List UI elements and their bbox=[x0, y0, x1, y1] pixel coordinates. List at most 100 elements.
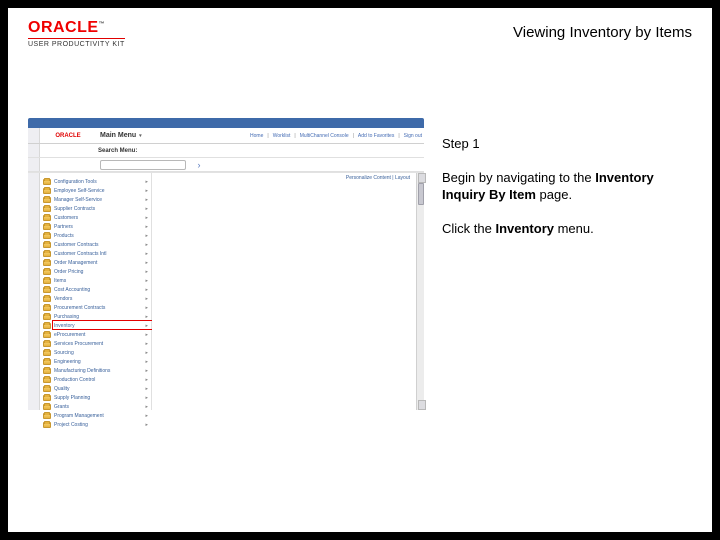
menu-item[interactable]: Partners▸ bbox=[40, 222, 151, 231]
menu-item[interactable]: Vendors▸ bbox=[40, 294, 151, 303]
action-target: Inventory bbox=[495, 221, 554, 236]
folder-icon bbox=[43, 386, 51, 392]
submenu-caret-icon: ▸ bbox=[144, 278, 148, 284]
action-prefix: Click the bbox=[442, 221, 495, 236]
folder-icon bbox=[43, 251, 51, 257]
menu-item[interactable]: Employee Self-Service▸ bbox=[40, 186, 151, 195]
folder-icon bbox=[43, 377, 51, 383]
window-titlebar bbox=[28, 118, 424, 128]
menu-item-label: Order Management bbox=[54, 260, 144, 266]
menu-item[interactable]: Items▸ bbox=[40, 276, 151, 285]
menu-item[interactable]: Products▸ bbox=[40, 231, 151, 240]
submenu-caret-icon: ▸ bbox=[144, 179, 148, 185]
top-links: Home| Worklist| MultiChannel Console| Ad… bbox=[250, 128, 422, 143]
menu-item[interactable]: Quality▸ bbox=[40, 384, 151, 393]
main-menu-label: Main Menu bbox=[100, 132, 136, 139]
scroll-thumb[interactable] bbox=[418, 183, 424, 205]
folder-icon bbox=[43, 206, 51, 212]
menu-item[interactable]: Program Management▸ bbox=[40, 411, 151, 420]
browser-sidebar-ext2 bbox=[28, 158, 40, 171]
submenu-caret-icon: ▸ bbox=[144, 341, 148, 347]
menu-item[interactable]: Customers▸ bbox=[40, 213, 151, 222]
menu-item-label: Procurement Contracts bbox=[54, 305, 144, 311]
folder-icon bbox=[43, 179, 51, 185]
menu-item-label: Grants bbox=[54, 404, 144, 410]
folder-icon bbox=[43, 350, 51, 356]
submenu-caret-icon: ▸ bbox=[144, 269, 148, 275]
submenu-caret-icon: ▸ bbox=[144, 314, 148, 320]
vertical-scrollbar[interactable] bbox=[416, 173, 424, 410]
menu-item[interactable]: Configuration Tools▸ bbox=[40, 177, 151, 186]
folder-icon bbox=[43, 332, 51, 338]
menu-item-label: Employee Self-Service bbox=[54, 188, 144, 194]
main-menu-dropdown[interactable]: Main Menu ▾ bbox=[96, 129, 150, 143]
menu-item-label: Vendors bbox=[54, 296, 144, 302]
menu-item-label: Customer Contracts bbox=[54, 242, 144, 248]
menu-item-label: Program Management bbox=[54, 413, 144, 419]
folder-icon bbox=[43, 323, 51, 329]
link-mcc[interactable]: MultiChannel Console bbox=[300, 133, 349, 139]
folder-icon bbox=[43, 413, 51, 419]
folder-icon bbox=[43, 341, 51, 347]
link-signout[interactable]: Sign out bbox=[404, 133, 422, 139]
menu-item[interactable]: Grants▸ bbox=[40, 402, 151, 411]
menu-item[interactable]: Services Procurement▸ bbox=[40, 339, 151, 348]
submenu-caret-icon: ▸ bbox=[144, 404, 148, 410]
menu-item[interactable]: Project Costing▸ bbox=[40, 420, 151, 429]
menu-item[interactable]: Customer Contracts Intl▸ bbox=[40, 249, 151, 258]
menu-item[interactable]: Cost Accounting▸ bbox=[40, 285, 151, 294]
search-go-icon[interactable]: › bbox=[190, 160, 208, 170]
menu-item[interactable]: Procurement Contracts▸ bbox=[40, 303, 151, 312]
menu-item[interactable]: Production Control▸ bbox=[40, 375, 151, 384]
menu-item[interactable]: Supply Planning▸ bbox=[40, 393, 151, 402]
brand-block: ORACLE™ USER PRODUCTIVITY KIT bbox=[28, 20, 125, 48]
menu-item[interactable]: Customer Contracts▸ bbox=[40, 240, 151, 249]
folder-icon bbox=[43, 287, 51, 293]
search-menu-label: Search Menu: bbox=[98, 148, 137, 154]
intro-suffix: page. bbox=[536, 187, 572, 202]
chevron-down-icon: ▾ bbox=[139, 133, 142, 139]
folder-icon bbox=[43, 197, 51, 203]
link-fav[interactable]: Add to Favorites bbox=[358, 133, 394, 139]
menu-item-label: Sourcing bbox=[54, 350, 144, 356]
menu-item[interactable]: eProcurement▸ bbox=[40, 330, 151, 339]
submenu-caret-icon: ▸ bbox=[144, 377, 148, 383]
menu-item[interactable]: Sourcing▸ bbox=[40, 348, 151, 357]
submenu-caret-icon: ▸ bbox=[144, 386, 148, 392]
menu-item[interactable]: Order Pricing▸ bbox=[40, 267, 151, 276]
action-suffix: menu. bbox=[554, 221, 594, 236]
menu-item[interactable]: Manager Self-Service▸ bbox=[40, 195, 151, 204]
menu-item[interactable]: Engineering▸ bbox=[40, 357, 151, 366]
app-topbar: Main Menu ▾ Home| Worklist| MultiChannel… bbox=[96, 128, 424, 143]
menu-item[interactable]: Supplier Contracts▸ bbox=[40, 204, 151, 213]
folder-icon bbox=[43, 233, 51, 239]
menu-search-input[interactable] bbox=[100, 160, 186, 170]
submenu-caret-icon: ▸ bbox=[144, 224, 148, 230]
menu-item-label: Items bbox=[54, 278, 144, 284]
menu-item-label: Manager Self-Service bbox=[54, 197, 144, 203]
menu-item-label: Products bbox=[54, 233, 144, 239]
submenu-caret-icon: ▸ bbox=[144, 323, 148, 329]
menu-item[interactable]: Inventory▸ bbox=[40, 321, 151, 330]
content-area: Personalize Content | Layout bbox=[152, 173, 416, 410]
menu-item[interactable]: Order Management▸ bbox=[40, 258, 151, 267]
left-gutter bbox=[28, 173, 40, 410]
menu-item-label: Production Control bbox=[54, 377, 144, 383]
menu-item[interactable]: Purchasing▸ bbox=[40, 312, 151, 321]
folder-icon bbox=[43, 188, 51, 194]
browser-sidebar-ext bbox=[28, 144, 40, 157]
link-home[interactable]: Home bbox=[250, 133, 263, 139]
submenu-caret-icon: ▸ bbox=[144, 215, 148, 221]
link-worklist[interactable]: Worklist bbox=[273, 133, 291, 139]
personalize-link[interactable]: Personalize Content | Layout bbox=[346, 175, 410, 181]
folder-icon bbox=[43, 296, 51, 302]
submenu-caret-icon: ▸ bbox=[144, 206, 148, 212]
submenu-caret-icon: ▸ bbox=[144, 413, 148, 419]
menu-item-label: Supply Planning bbox=[54, 395, 144, 401]
folder-icon bbox=[43, 224, 51, 230]
menu-item[interactable]: Manufacturing Definitions▸ bbox=[40, 366, 151, 375]
menu-item-label: Purchasing bbox=[54, 314, 144, 320]
folder-icon bbox=[43, 242, 51, 248]
folder-icon bbox=[43, 260, 51, 266]
folder-icon bbox=[43, 359, 51, 365]
